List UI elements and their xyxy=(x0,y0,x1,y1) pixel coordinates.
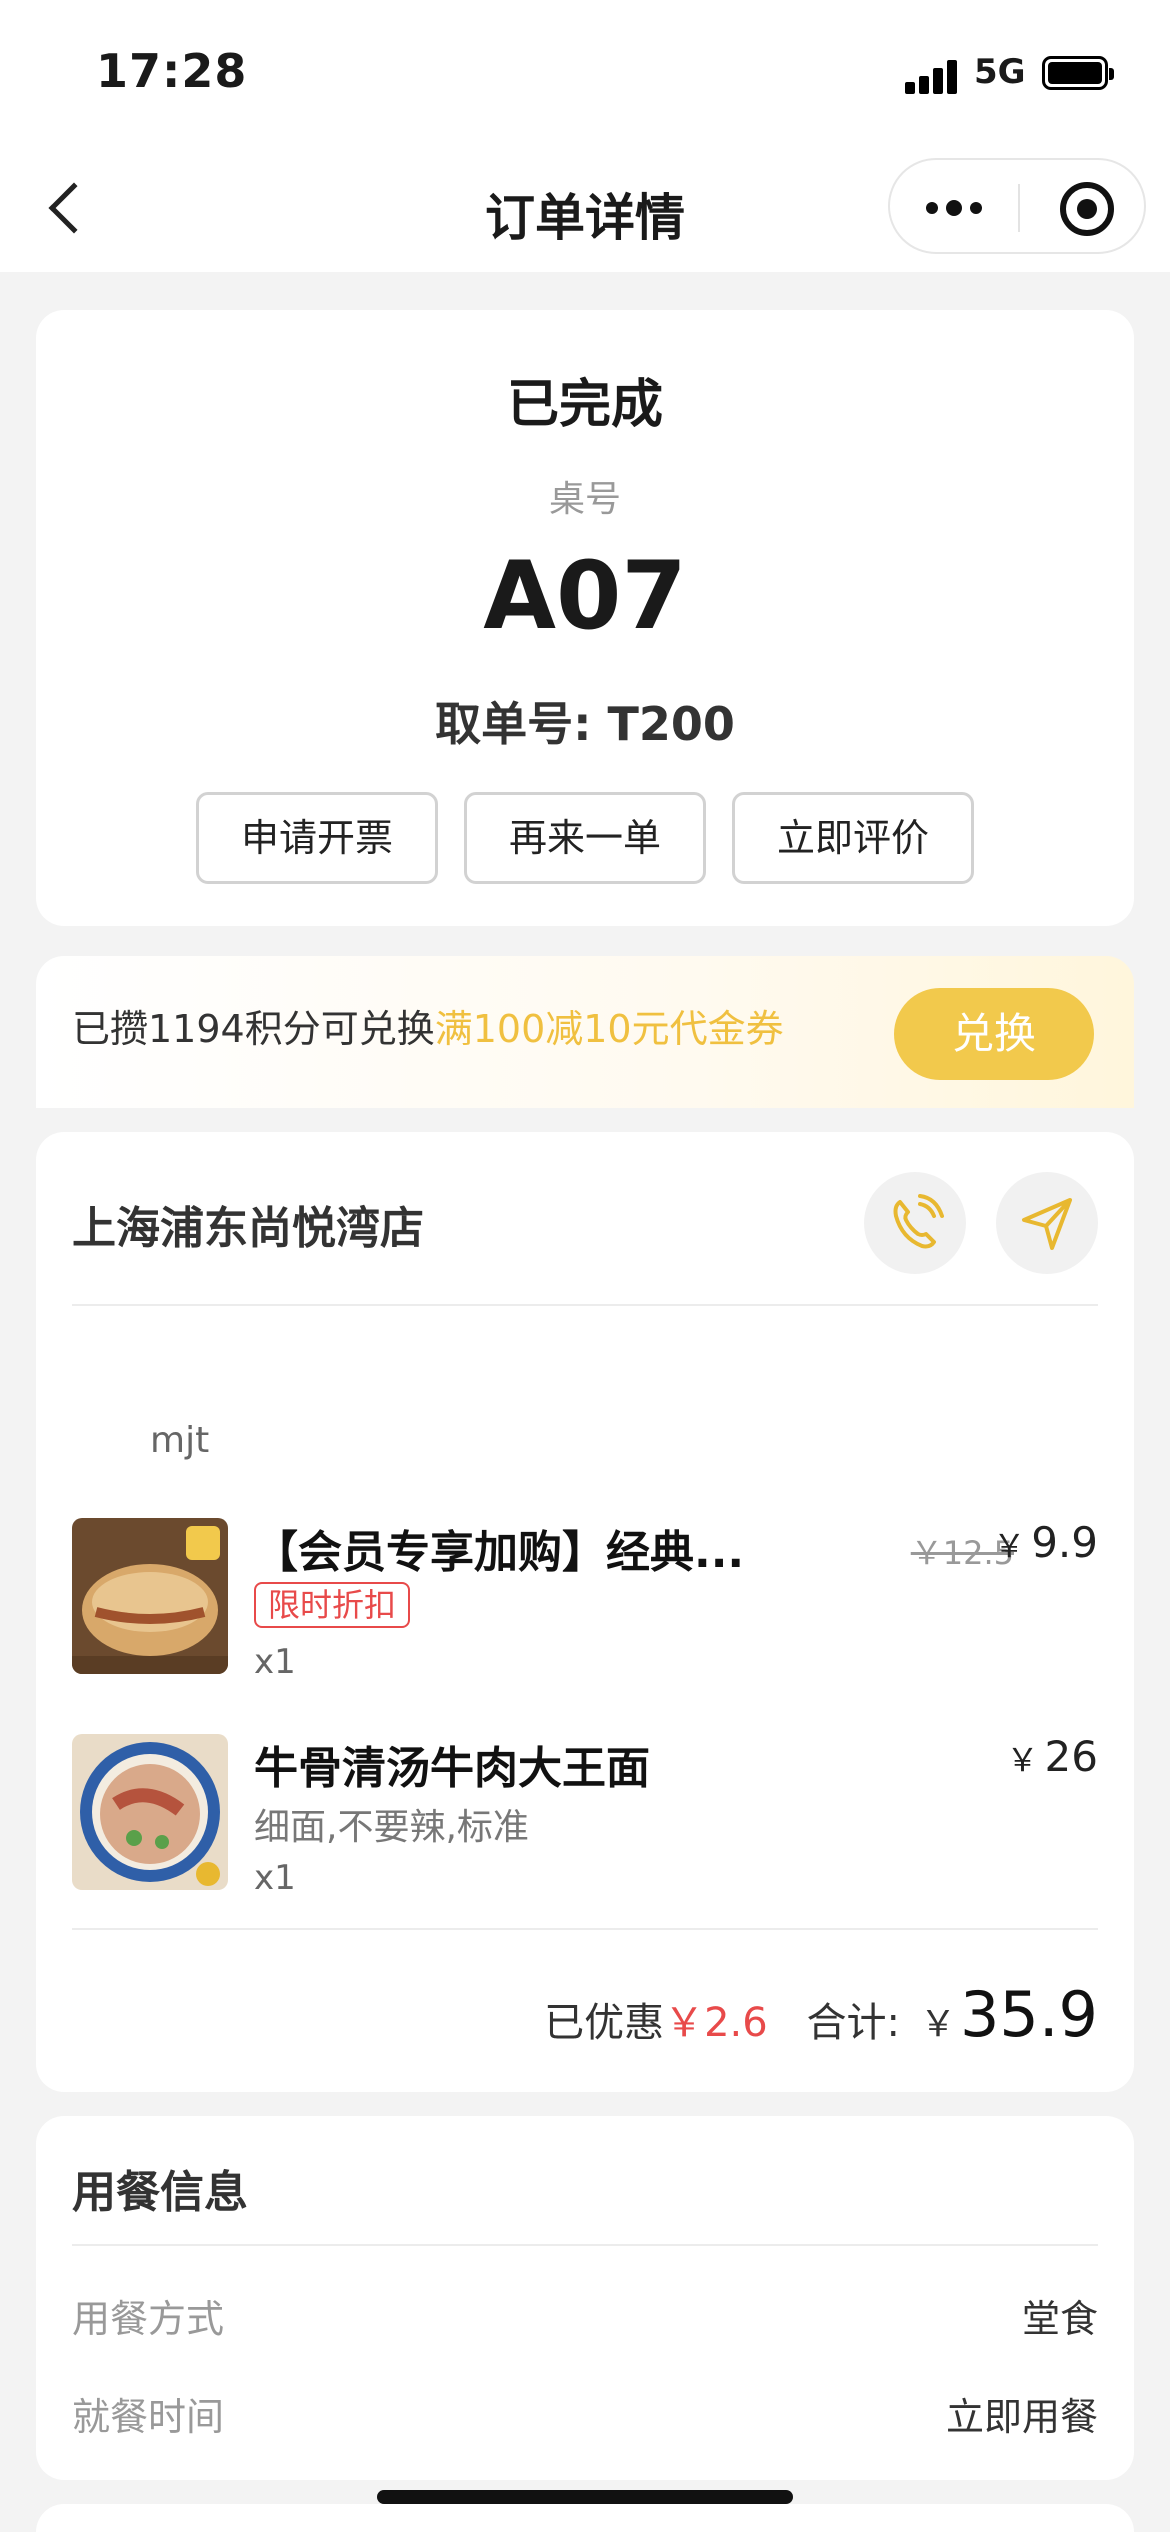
store-name: 上海浦东尚悦湾店 xyxy=(72,1203,424,1254)
capsule-divider xyxy=(1018,184,1020,232)
discount-label: 已优惠 xyxy=(544,2000,665,2046)
status-bar: 17:28 5G xyxy=(0,0,1170,140)
dining-time-label: 就餐时间 xyxy=(72,2395,225,2439)
discount-amount: ￥2.6 xyxy=(664,2000,768,2046)
next-card xyxy=(36,2504,1134,2532)
item-name: 【会员专享加购】经典... xyxy=(254,1527,745,1578)
navigation-button[interactable] xyxy=(996,1172,1098,1274)
item-price: ￥ 9.9 xyxy=(993,1518,1098,1567)
order-card: 上海浦东尚悦湾店 mjt 【会员专享加购】经典... 限时折扣 x1 ￥12.5… xyxy=(36,1132,1134,2092)
limited-discount-tag: 限时折扣 xyxy=(254,1582,411,1628)
item-image xyxy=(72,1734,228,1890)
redeem-button[interactable]: 兑换 xyxy=(894,988,1094,1080)
order-status-card: 已完成 桌号 A07 取单号: T200 申请开票 再来一单 立即评价 xyxy=(36,310,1134,926)
item-qty: x1 xyxy=(254,1858,296,1898)
summary-divider xyxy=(72,1928,1098,1930)
miniprogram-capsule xyxy=(888,158,1146,254)
voucher-highlight: 满100减10元代金券 xyxy=(434,1007,784,1051)
total-amount: 35.9 xyxy=(959,1978,1098,2051)
network-type: 5G xyxy=(974,52,1026,92)
target-circle-icon[interactable] xyxy=(1060,182,1114,236)
review-button[interactable]: 立即评价 xyxy=(732,792,974,884)
navigation-arrow-icon xyxy=(1022,1198,1072,1250)
battery-icon xyxy=(1042,56,1114,90)
dining-title: 用餐信息 xyxy=(72,2167,248,2218)
table-label: 桌号 xyxy=(548,479,621,520)
total-label: 合计: xyxy=(806,2000,900,2046)
order-status: 已完成 xyxy=(506,375,663,435)
item-spec: 细面,不要辣,标准 xyxy=(254,1807,529,1848)
phone-button[interactable] xyxy=(864,1172,966,1274)
pickup-number: 取单号: T200 xyxy=(435,697,735,751)
dining-time-value: 立即用餐 xyxy=(945,2395,1098,2439)
points-text: 已攒1194积分可兑换满100减10元代金券 xyxy=(72,1007,784,1051)
order-summary: 已优惠￥2.6 合计: ￥35.9 xyxy=(544,1978,1098,2051)
item-price: ￥ 26 xyxy=(1006,1732,1098,1781)
invoice-button[interactable]: 申请开票 xyxy=(196,792,438,884)
dining-mode-label: 用餐方式 xyxy=(72,2297,225,2341)
user-name: mjt xyxy=(150,1420,210,1461)
reorder-button[interactable]: 再来一单 xyxy=(464,792,706,884)
store-divider xyxy=(72,1304,1098,1306)
dining-mode-value: 堂食 xyxy=(1021,2297,1098,2341)
nav-bar: 订单详情 xyxy=(0,140,1170,272)
home-indicator[interactable] xyxy=(377,2490,793,2504)
dining-info-card: 用餐信息 用餐方式 堂食 就餐时间 立即用餐 xyxy=(36,2116,1134,2480)
item-qty: x1 xyxy=(254,1642,296,1682)
item-image xyxy=(72,1518,228,1674)
table-number: A07 xyxy=(483,542,687,651)
points-banner: 已攒1194积分可兑换满100减10元代金券 兑换 xyxy=(36,956,1134,1108)
status-time: 17:28 xyxy=(96,44,248,98)
item-name: 牛骨清汤牛肉大王面 xyxy=(254,1743,650,1794)
signal-icon xyxy=(905,58,961,94)
phone-icon xyxy=(893,1194,944,1249)
dining-divider xyxy=(72,2244,1098,2246)
